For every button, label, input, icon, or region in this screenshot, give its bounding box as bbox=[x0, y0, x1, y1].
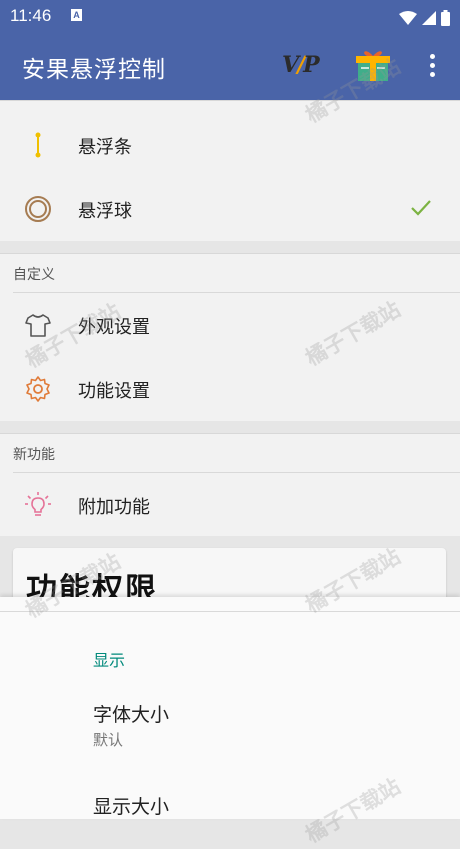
font-size-title: 字体大小 bbox=[93, 704, 170, 726]
gear-icon bbox=[26, 376, 50, 402]
gift-icon[interactable] bbox=[355, 47, 391, 83]
section-header: 新功能 bbox=[0, 434, 460, 472]
mode-item-ball[interactable]: 悬浮球 bbox=[0, 177, 460, 241]
appearance-settings-label: 外观设置 bbox=[78, 317, 150, 338]
mode-item-label: 悬浮球 bbox=[78, 201, 132, 222]
status-bar: 11:46 A bbox=[0, 0, 460, 32]
new-features-section: 新功能 附加功能 bbox=[0, 433, 460, 536]
check-icon bbox=[411, 200, 431, 216]
lightbulb-icon bbox=[25, 492, 51, 516]
wifi-icon bbox=[398, 10, 417, 25]
mode-item-bar[interactable]: 悬浮条 bbox=[0, 113, 460, 177]
status-time: 11:46 bbox=[10, 6, 52, 25]
battery-icon bbox=[441, 9, 450, 26]
vip-text-v: V bbox=[282, 52, 299, 78]
custom-section: 自定义 外观设置 功能设置 bbox=[0, 253, 460, 421]
vip-text-p: P bbox=[303, 52, 319, 78]
extra-features-label: 附加功能 bbox=[78, 497, 150, 518]
mode-item-label: 悬浮条 bbox=[78, 137, 132, 158]
vertical-line-icon bbox=[35, 132, 41, 158]
status-icons bbox=[398, 7, 450, 26]
ring-icon bbox=[25, 196, 51, 222]
section-header: 自定义 bbox=[0, 254, 460, 292]
sheet-category-header: 显示 bbox=[93, 651, 126, 670]
function-settings-label: 功能设置 bbox=[78, 381, 150, 402]
divider bbox=[0, 611, 460, 612]
signal-icon bbox=[421, 10, 436, 25]
app-title: 安果悬浮控制 bbox=[22, 57, 166, 83]
font-size-summary: 默认 bbox=[93, 731, 124, 749]
section-header-text: 新功能 bbox=[13, 447, 55, 463]
extra-features-item[interactable]: 附加功能 bbox=[0, 473, 460, 537]
overflow-menu-icon[interactable] bbox=[424, 54, 440, 80]
tshirt-icon bbox=[25, 314, 51, 337]
vip-button[interactable]: V/P bbox=[282, 52, 320, 78]
display-size-title: 显示大小 bbox=[93, 796, 170, 818]
app-bar: 安果悬浮控制 V/P bbox=[0, 32, 460, 100]
mode-card: 悬浮条 悬浮球 bbox=[0, 100, 460, 241]
notification-icon: A bbox=[71, 9, 82, 21]
function-settings-item[interactable]: 功能设置 bbox=[0, 357, 460, 421]
display-settings-sheet: 显示 字体大小 默认 显示大小 bbox=[0, 597, 460, 819]
section-header-text: 自定义 bbox=[13, 267, 55, 283]
appearance-settings-item[interactable]: 外观设置 bbox=[0, 293, 460, 357]
